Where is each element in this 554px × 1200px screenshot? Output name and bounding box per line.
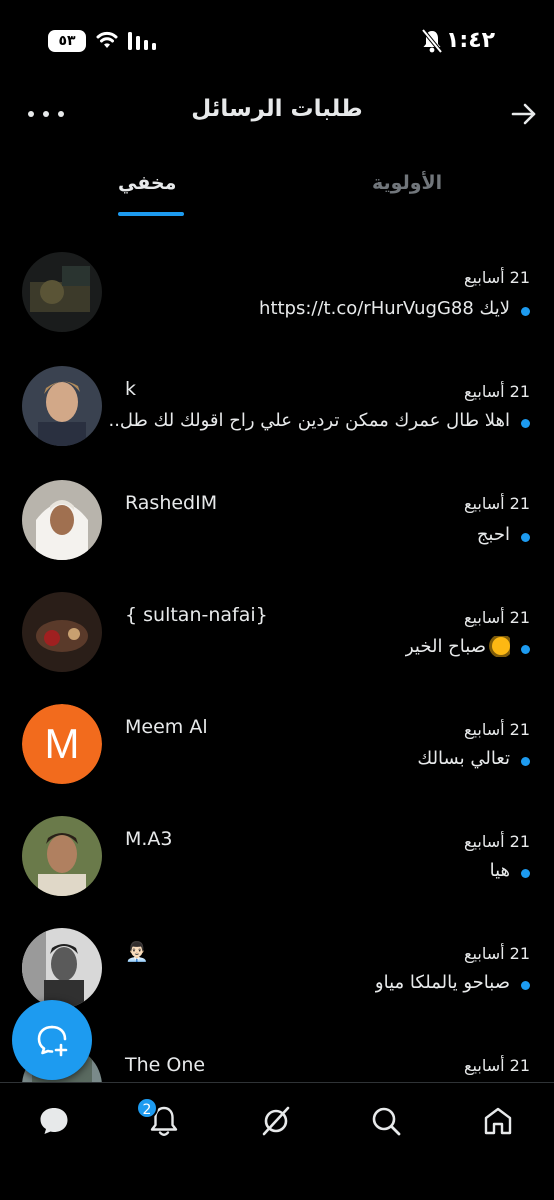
page-title: طلبات الرسائل xyxy=(191,96,363,122)
bottom-navigation: 2 xyxy=(0,1082,554,1200)
unread-dot xyxy=(521,307,530,316)
nav-home[interactable] xyxy=(478,1101,518,1141)
unread-dot xyxy=(521,419,530,428)
conversation-name: k xyxy=(125,378,137,400)
conversation-time: 21 أسابيع xyxy=(464,268,530,287)
tab-priority[interactable]: الأولوية xyxy=(372,172,442,194)
conversation-preview: صباحو يالملكا مياو xyxy=(374,972,510,993)
message-requests-list: 21 أسابيع لايك https://t.co/rHurVugG88 k… xyxy=(0,218,554,1082)
conversation-row[interactable]: { sultan-nafai} 21 أسابيع صباح الخير xyxy=(0,592,554,706)
conversation-name: M.A3 xyxy=(125,828,173,850)
avatar: M xyxy=(22,704,102,784)
nav-messages[interactable] xyxy=(34,1101,74,1141)
home-icon xyxy=(484,1107,512,1135)
conversation-time: 21 أسابيع xyxy=(464,494,530,513)
grok-icon xyxy=(262,1106,290,1136)
conversation-preview: هيا xyxy=(489,860,510,881)
conversation-time: 21 أسابيع xyxy=(464,944,530,963)
unread-dot xyxy=(521,533,530,542)
conversation-time: 21 أسابيع xyxy=(464,382,530,401)
conversation-time: 21 أسابيع xyxy=(464,608,530,627)
conversation-row[interactable]: M.A3 21 أسابيع هيا xyxy=(0,816,554,930)
signal-icon xyxy=(128,32,156,50)
sun-emoji-icon xyxy=(492,637,510,655)
conversation-time: 21 أسابيع xyxy=(464,832,530,851)
battery-indicator: ٥٣ xyxy=(48,30,86,52)
avatar xyxy=(22,928,102,1008)
conversation-time: 21 أسابيع xyxy=(464,720,530,739)
unread-dot xyxy=(521,645,530,654)
conversation-row[interactable]: RashedIM 21 أسابيع احبج xyxy=(0,480,554,594)
conversation-name: The One xyxy=(125,1054,206,1076)
conversation-preview: اهلا طال عمرك ممكن تردين علي راح اقولك ل… xyxy=(110,410,510,431)
avatar xyxy=(22,592,102,672)
avatar xyxy=(22,480,102,560)
wifi-icon xyxy=(96,31,118,48)
status-clock: ١:٤٢ xyxy=(446,28,496,53)
nav-grok[interactable] xyxy=(256,1101,296,1141)
new-message-button[interactable] xyxy=(12,1000,92,1080)
active-tab-indicator xyxy=(118,212,184,216)
conversation-time: 21 أسابيع xyxy=(464,1056,530,1075)
avatar xyxy=(22,252,102,332)
compose-message-icon xyxy=(37,1025,68,1057)
conversation-name: RashedIM xyxy=(125,492,218,514)
status-bar: ٥٣ ١:٤٢ xyxy=(0,0,554,84)
conversation-preview-text: صباح الخير xyxy=(404,636,486,657)
conversation-preview: لايك https://t.co/rHurVugG88 xyxy=(259,298,510,319)
conversation-preview: تعالي بسالك xyxy=(417,748,510,769)
back-arrow-icon[interactable] xyxy=(510,100,538,128)
unread-dot xyxy=(521,869,530,878)
conversation-row[interactable]: M Meem Al 21 أسابيع تعالي بسالك xyxy=(0,704,554,818)
conversation-name: { sultan-nafai} xyxy=(125,604,268,626)
notification-count-badge: 2 xyxy=(136,1097,158,1119)
tab-hidden[interactable]: مخفي xyxy=(118,172,176,194)
notifications-muted-icon xyxy=(421,28,443,54)
top-app-bar: طلبات الرسائل xyxy=(0,84,554,144)
tab-bar: مخفي الأولوية xyxy=(0,160,554,218)
avatar-letter: M xyxy=(22,704,102,784)
conversation-row[interactable]: k 21 أسابيع اهلا طال عمرك ممكن تردين علي… xyxy=(0,366,554,480)
conversation-preview: صباح الخير xyxy=(405,636,510,657)
search-icon xyxy=(372,1107,401,1136)
messages-icon xyxy=(40,1108,68,1134)
nav-search[interactable] xyxy=(366,1101,406,1141)
avatar xyxy=(22,816,102,896)
unread-dot xyxy=(521,981,530,990)
avatar xyxy=(22,366,102,446)
conversation-name: Meem Al xyxy=(125,716,208,738)
conversation-preview: احبج xyxy=(476,524,510,545)
unread-dot xyxy=(521,757,530,766)
conversation-row[interactable]: 21 أسابيع لايك https://t.co/rHurVugG88 xyxy=(0,252,554,366)
conversation-name: 👨🏻‍💼 xyxy=(125,941,149,963)
